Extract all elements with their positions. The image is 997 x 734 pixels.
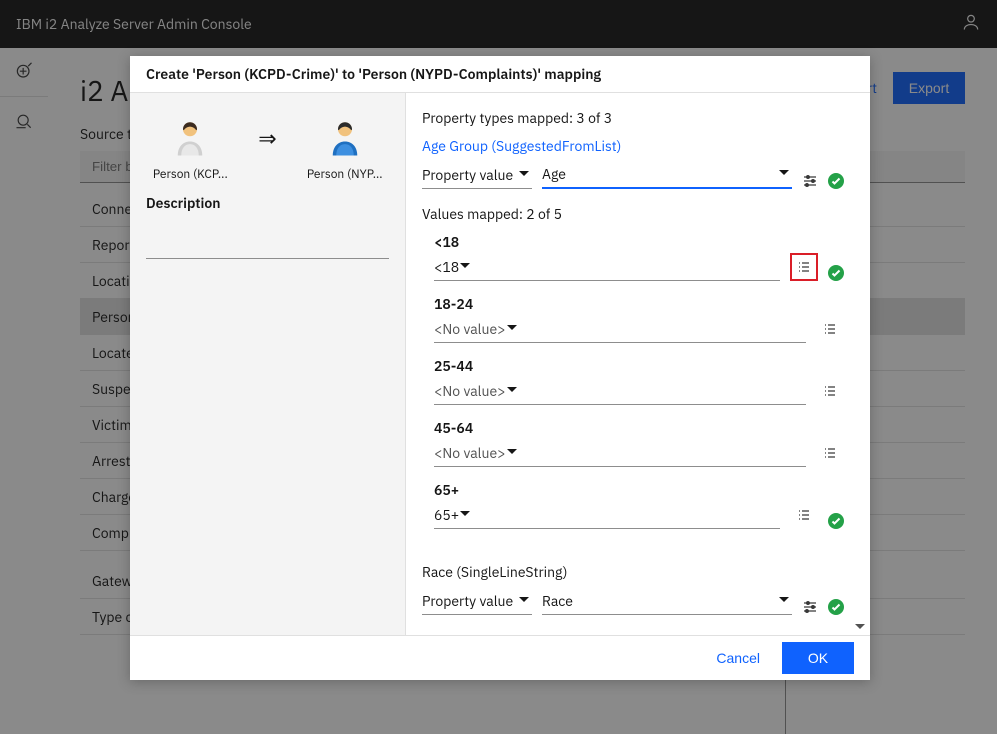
age-target-select[interactable]: Age [542,161,792,189]
avatar-target-caption: Person (NYP... [301,167,389,182]
modal-right-scroll[interactable]: Property types mapped: 3 of 3 Age Group … [406,93,870,635]
list-selection-icon[interactable] [816,439,844,467]
age-mode-select[interactable]: Property value [422,161,532,189]
arrow-right-icon: ⇒ [258,124,276,153]
value-label: <18 [434,233,844,251]
modal-title: Create 'Person (KCPD-Crime)' to 'Person … [130,56,870,92]
person-target-icon [324,117,366,159]
chevron-down-icon [506,382,518,400]
value-label: 25-44 [434,357,844,375]
settings-adjust-icon[interactable] [802,599,818,615]
value-label: 18-24 [434,295,844,313]
status-ok-icon [828,513,844,529]
race-mode-select[interactable]: Property value [422,587,532,615]
value-target-select[interactable]: 65+ [434,501,780,529]
status-ok-icon [828,173,844,189]
list-selection-icon[interactable] [816,315,844,343]
chevron-down-icon [778,592,790,610]
person-source-icon [169,117,211,159]
avatar-source-caption: Person (KCP... [146,167,234,182]
value-target-select[interactable]: <No value> [434,315,806,343]
ok-button[interactable]: OK [782,642,854,674]
list-selection-icon[interactable] [816,377,844,405]
age-target-value: Age [542,165,566,183]
race-mode-value: Property value [422,592,513,610]
race-target-select[interactable]: Race [542,587,792,615]
mapping-modal: Create 'Person (KCPD-Crime)' to 'Person … [130,56,870,680]
section-race-title: Race (SingleLineString) [422,563,844,581]
race-target-value: Race [542,592,573,610]
age-values-mapped: Values mapped: 2 of 5 [422,205,844,223]
value-target-select[interactable]: <No value> [434,439,806,467]
chevron-down-icon [459,506,471,524]
list-selection-icon[interactable] [790,501,818,529]
modal-footer: Cancel OK [130,636,870,680]
description-field-underline[interactable] [146,258,389,259]
value-target-select[interactable]: <No value> [434,377,806,405]
chevron-down-icon [518,166,530,184]
scroll-down-arrow-icon[interactable] [854,619,866,631]
chevron-down-icon [778,165,790,183]
modal-left-panel: Person (KCP... ⇒ Person (NYP... Descript… [130,93,406,635]
modal-right-panel: Property types mapped: 3 of 3 Age Group … [406,93,870,635]
value-label: 45-64 [434,419,844,437]
description-label: Description [146,194,389,212]
cancel-button[interactable]: Cancel [702,642,774,674]
settings-adjust-icon[interactable] [802,173,818,189]
age-mode-value: Property value [422,166,513,184]
status-ok-icon [828,265,844,281]
chevron-down-icon [506,320,518,338]
chevron-down-icon [506,444,518,462]
status-ok-icon [828,599,844,615]
value-label: 65+ [434,481,844,499]
chevron-down-icon [459,258,471,276]
section-age-title: Age Group (SuggestedFromList) [422,137,844,155]
value-target-select[interactable]: <18 [434,253,780,281]
property-types-mapped: Property types mapped: 3 of 3 [422,109,844,127]
chevron-down-icon [518,592,530,610]
list-selection-icon[interactable] [790,253,818,281]
